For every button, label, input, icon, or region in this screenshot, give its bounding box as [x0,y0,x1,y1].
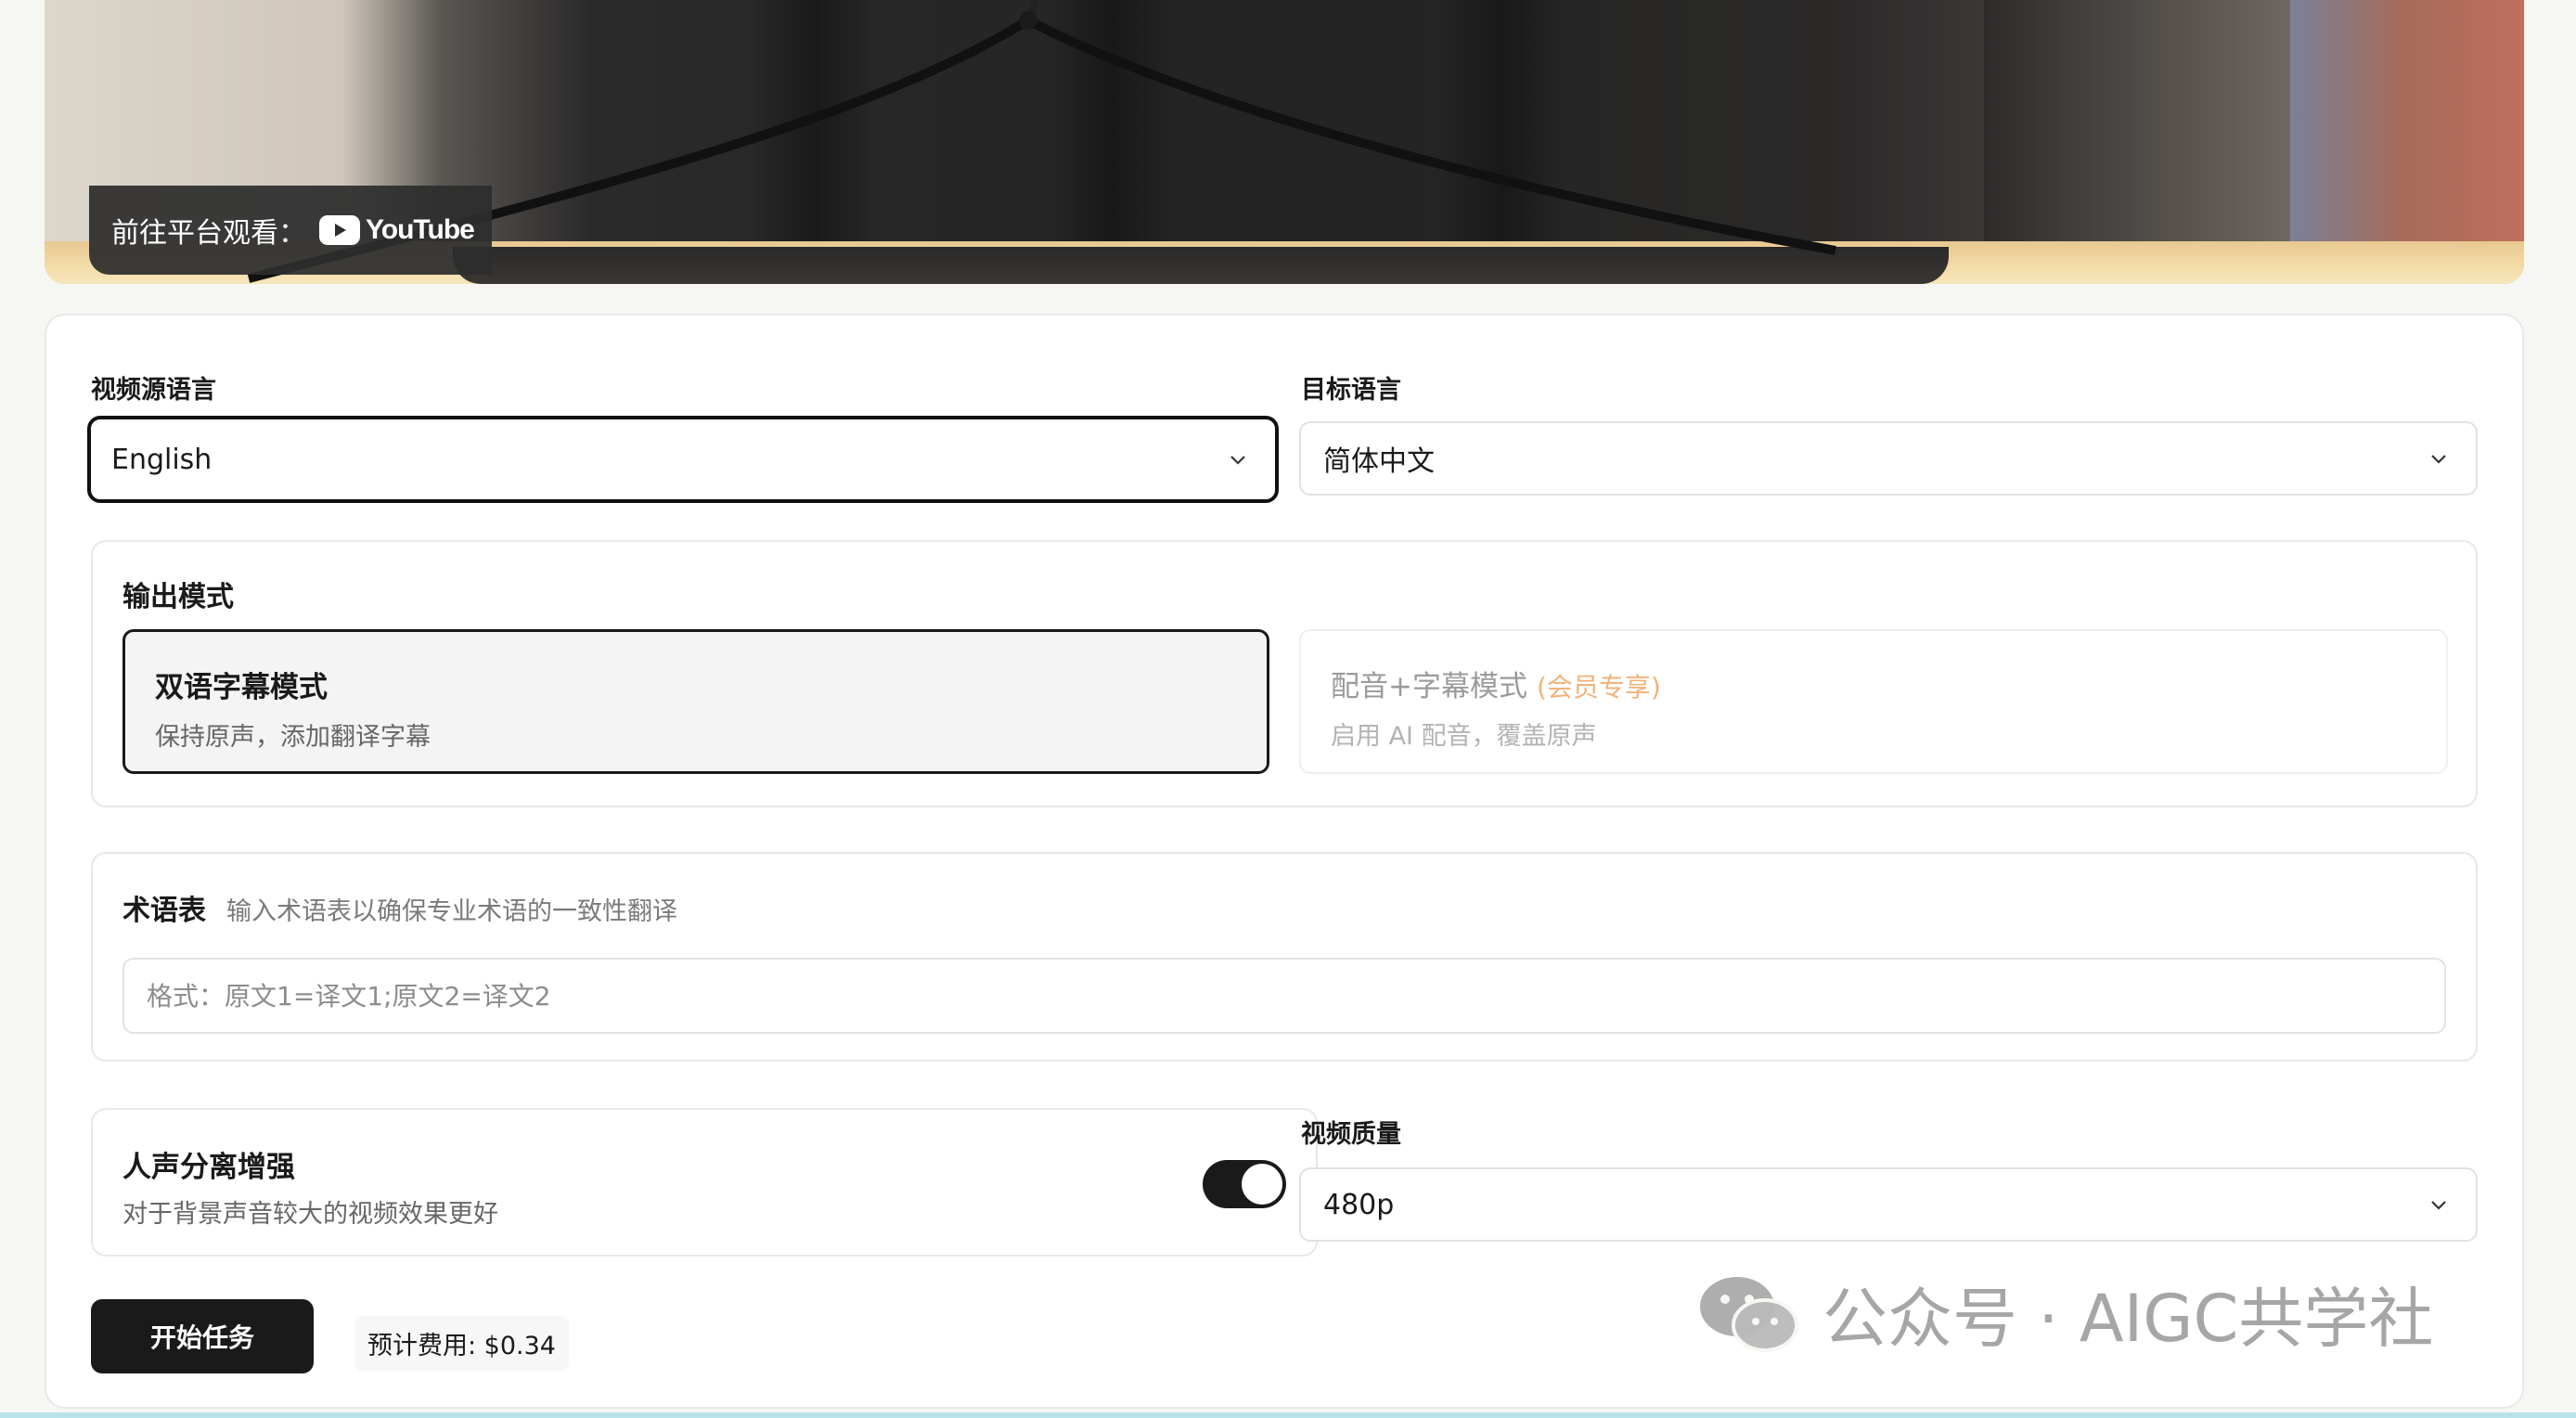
member-only-badge: (会员专享) [1536,672,1661,703]
voice-separation-toggle[interactable] [1203,1160,1286,1208]
source-language-select[interactable]: English [87,416,1279,503]
start-task-button[interactable]: 开始任务 [91,1299,314,1373]
youtube-logo: YouTube [319,214,475,246]
mode-option-title: 配音+字幕模式 [1331,670,1527,703]
chevron-down-icon [1230,456,1245,465]
target-language-value: 简体中文 [1323,445,1435,478]
platform-name: YouTube [366,214,475,245]
estimated-cost: 预计费用: $0.34 [354,1316,569,1371]
watermark-text: 公众号 · AIGC共学社 [1823,1280,2434,1357]
voice-separation-section: 人声分离增强 对于背景声音较大的视频效果更好 [91,1108,1318,1257]
platform-prefix: 前往平台观看： [111,217,306,250]
output-mode-section: 输出模式 双语字幕模式 保持原声，添加翻译字幕 配音+字幕模式 (会员专享) 启用… [91,540,2478,807]
youtube-play-icon [319,215,360,245]
video-quality-select[interactable]: 480p [1299,1167,2478,1242]
watch-on-platform-link[interactable]: 前往平台观看： YouTube [89,186,492,275]
voice-separation-description: 对于背景声音较大的视频效果更好 [122,1200,498,1229]
source-language-value: English [111,443,213,476]
bottom-accent-bar [0,1412,2576,1418]
mode-option-description: 启用 AI 配音，覆盖原声 [1331,722,1597,751]
target-language-select[interactable]: 简体中文 [1299,421,2478,496]
glossary-section: 术语表 输入术语表以确保专业术语的一致性翻译 [91,852,2478,1062]
target-language-label: 目标语言 [1301,376,1401,405]
glossary-title: 术语表 [122,895,206,927]
wechat-icon [1700,1277,1798,1352]
source-language-label: 视频源语言 [91,376,216,405]
video-quality-value: 480p [1323,1188,1395,1221]
bilingual-subtitle-mode-option[interactable]: 双语字幕模式 保持原声，添加翻译字幕 [122,629,1269,774]
glossary-hint: 输入术语表以确保专业术语的一致性翻译 [226,897,677,926]
video-quality-label: 视频质量 [1301,1120,1401,1149]
task-settings-card: 视频源语言 English 目标语言 简体中文 输出模式 双语字幕模式 保持原声… [45,314,2524,1409]
mode-option-title: 双语字幕模式 [155,671,328,704]
voice-separation-title: 人声分离增强 [122,1151,295,1184]
toggle-knob [1242,1164,1282,1205]
mode-option-description: 保持原声，添加翻译字幕 [155,723,431,752]
chevron-down-icon [2431,455,2446,464]
watermark: 公众号 · AIGC共学社 [1698,1271,2433,1357]
chevron-down-icon [2431,1201,2446,1210]
glossary-input[interactable] [122,958,2446,1034]
dubbing-subtitle-mode-option[interactable]: 配音+字幕模式 (会员专享) 启用 AI 配音，覆盖原声 [1299,629,2448,774]
video-thumbnail: 前往平台观看： YouTube [45,0,2524,284]
output-mode-title: 输出模式 [122,581,234,613]
